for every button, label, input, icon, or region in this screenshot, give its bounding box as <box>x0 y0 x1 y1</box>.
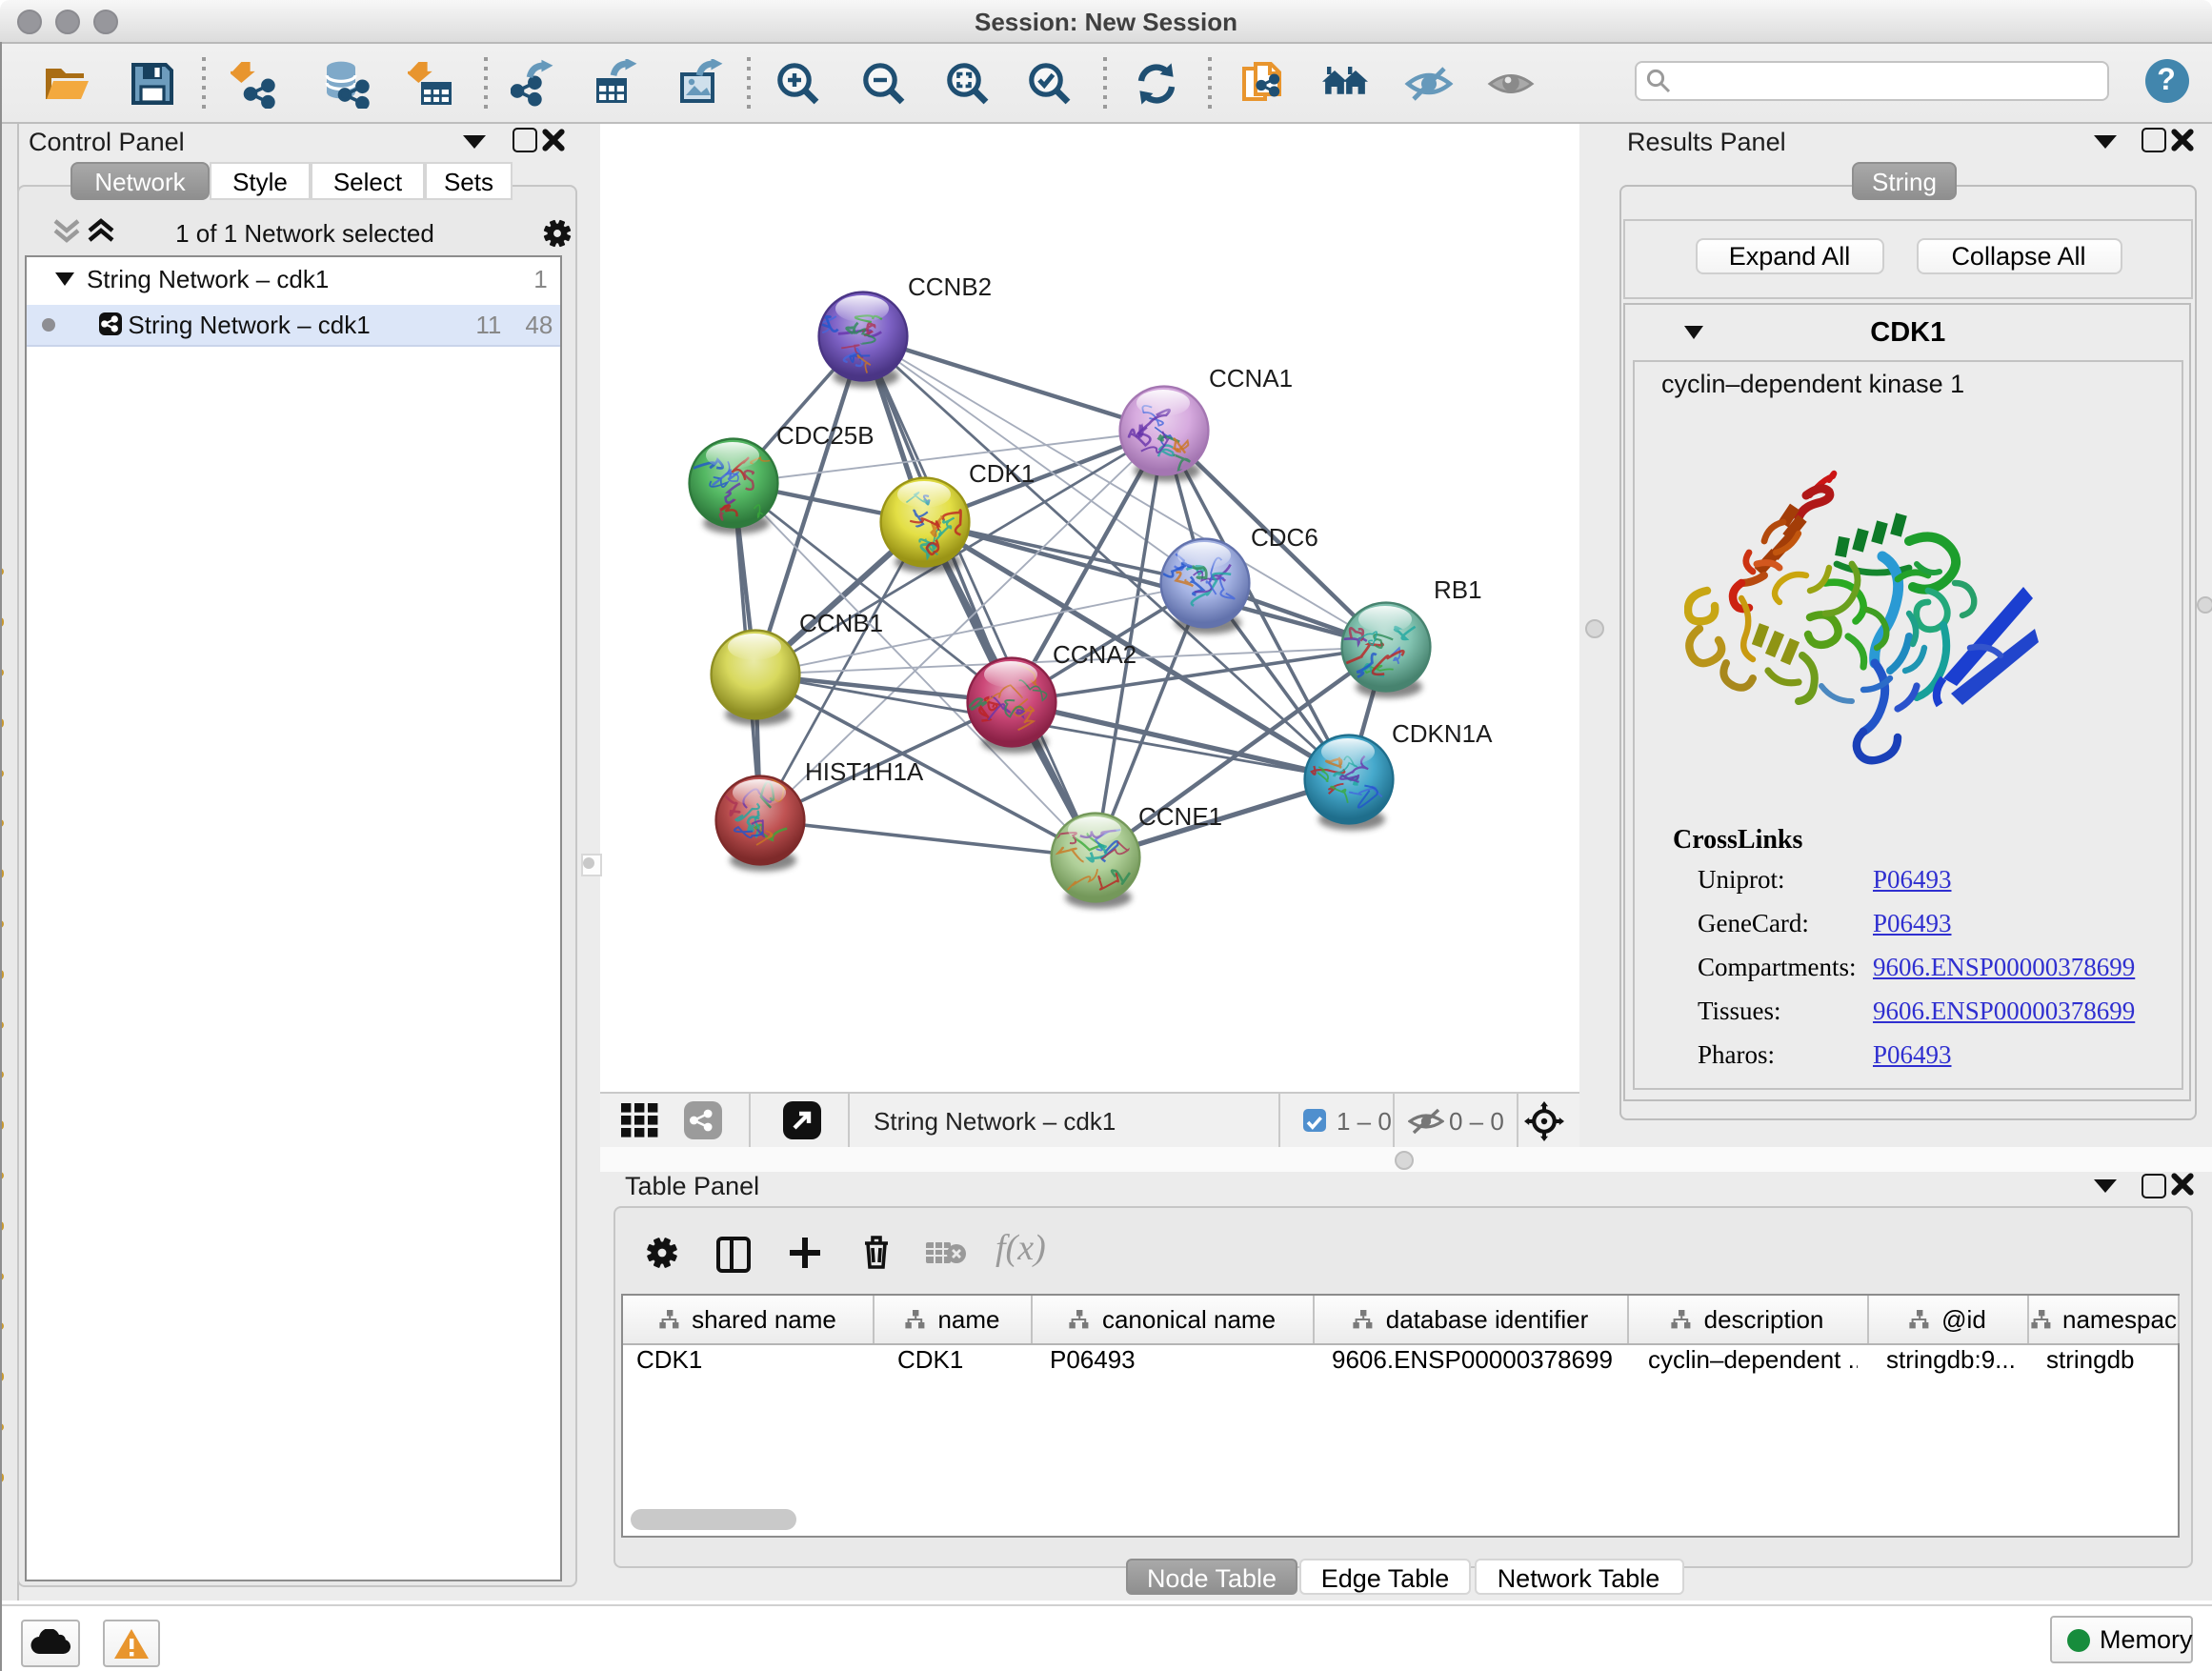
svg-text:CCNB1: CCNB1 <box>798 608 882 636</box>
svg-text:CDC6: CDC6 <box>1250 522 1317 551</box>
svg-text:RB1: RB1 <box>1433 574 1481 603</box>
svg-text:CDK1: CDK1 <box>968 458 1034 487</box>
svg-text:CCNB2: CCNB2 <box>907 272 991 300</box>
svg-text:CCNA1: CCNA1 <box>1208 363 1292 392</box>
svg-text:CDKN1A: CDKN1A <box>1391 718 1492 747</box>
svg-text:CCNE1: CCNE1 <box>1137 801 1221 830</box>
svg-text:CCNA2: CCNA2 <box>1052 639 1136 668</box>
svg-text:CDC25B: CDC25B <box>775 420 874 449</box>
svg-text:HIST1H1A: HIST1H1A <box>804 756 923 785</box>
